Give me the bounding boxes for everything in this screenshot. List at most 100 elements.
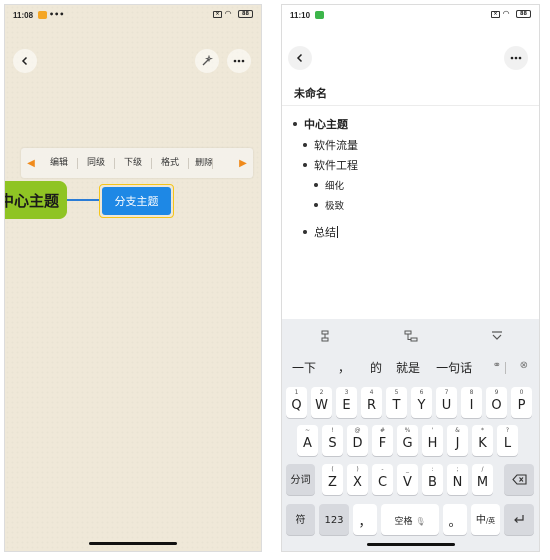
key-z[interactable]: (Z [322,464,343,495]
magic-wand-button[interactable] [195,49,219,73]
key-label: 分词 [290,475,311,486]
segment-key[interactable]: 分词 [286,464,315,495]
backspace-key[interactable] [504,464,534,495]
toolbar-child[interactable]: 下级 [115,157,153,169]
space-key[interactable]: 空格 🎙 [381,504,439,535]
symbol-key[interactable]: 符 [286,504,315,535]
key-label: H [427,436,438,451]
key-r[interactable]: 4R [361,387,382,418]
key-h[interactable]: ' H [422,425,443,456]
key-label: E [342,398,351,413]
toolbar-sibling[interactable]: 同级 [78,157,116,169]
outline-item[interactable]: 软件流量 [303,137,358,153]
bullet-icon [314,183,318,187]
key-v[interactable]: _ V [397,464,418,495]
key-a[interactable]: ~ A [297,425,318,456]
key-label: X [353,475,362,490]
period-key[interactable]: 。 [443,504,467,535]
back-button[interactable] [288,46,312,70]
key-t[interactable]: 5T [386,387,407,418]
key-y[interactable]: 6Y [411,387,432,418]
close-candidates-icon[interactable]: ⊗ [520,360,528,371]
mindmap-screen: 11:08 ••• × ◠ 88 ◀ 编辑 同级 下级 格式 删除 ▶ 中心主题… [4,4,262,552]
key-sub-label: ) [356,466,359,473]
title-divider [282,105,539,106]
comma-key[interactable]: ， [353,504,377,535]
key-p[interactable]: 0P [511,387,532,418]
microphone-icon: 🎙 [415,517,426,526]
key-n[interactable]: ; N [447,464,468,495]
key-label: M [476,475,489,490]
key-label: O [491,398,502,413]
key-sub-label: ; [456,466,459,473]
key-e[interactable]: 3E [336,387,357,418]
branch-topic-node[interactable]: 分支主题 [99,184,174,218]
toolbar-edit[interactable]: 编辑 [41,157,79,169]
key-label: B [428,475,437,490]
more-button[interactable] [227,49,251,73]
key-sub-label: % [404,427,411,434]
text-cursor [337,226,338,238]
key-d[interactable]: @ D [347,425,368,456]
lang-main-label: 中 [475,515,486,526]
home-indicator [366,543,455,546]
key-label: R [366,398,377,413]
key-label: I [469,398,474,413]
key-sub-label: / [481,466,484,473]
collapse-keyboard-icon[interactable] [491,330,503,342]
key-l[interactable]: ? L [497,425,518,456]
key-x[interactable]: ) X [347,464,368,495]
key-c[interactable]: -C [372,464,393,495]
central-topic-node[interactable]: 中心主题 [5,181,67,219]
outline-item[interactable]: 总结 [303,224,338,240]
candidate-word[interactable]: ， [338,359,350,376]
key-label: 123 [324,515,344,526]
key-b[interactable]: :B [422,464,443,495]
central-topic-label: 中心主题 [5,191,59,210]
candidate-word[interactable]: 的 [370,359,382,376]
key-k[interactable]: * K [472,425,493,456]
add-child-icon[interactable] [404,330,418,342]
key-g[interactable]: % G [397,425,418,456]
candidate-divider [505,362,506,374]
key-m[interactable]: / M [472,464,493,495]
key-i[interactable]: 8I [461,387,482,418]
key-label: J [455,436,460,451]
toolbar-scroll-left-icon[interactable]: ◀ [21,158,41,169]
toolbar-scroll-right-icon[interactable]: ▶ [233,158,253,169]
key-q[interactable]: 1Q [286,387,307,418]
candidate-word[interactable]: 就是 [396,359,420,376]
outline-item[interactable]: 细化 [314,178,344,192]
candidate-word[interactable]: 一句话 [436,359,472,376]
enter-key[interactable] [504,504,534,535]
key-j[interactable]: & J [447,425,468,456]
candidate-word[interactable]: 一下 [292,359,316,376]
bullet-icon [314,203,318,207]
outline-item[interactable]: 软件工程 [303,157,358,173]
key-w[interactable]: 2W [311,387,332,418]
toolbar-delete[interactable]: 删除 [189,157,214,169]
key-sub-label: ! [331,427,334,434]
key-label: D [352,436,363,451]
key-sub-label: 1 [294,389,299,396]
key-o[interactable]: 9O [486,387,507,418]
more-button[interactable] [504,46,528,70]
more-icon [510,56,522,60]
outline-item[interactable]: 极致 [314,198,344,212]
link-icon[interactable]: ⚭ [493,360,501,371]
key-sub-label: 6 [419,389,424,396]
key-s[interactable]: ! S [322,425,343,456]
toolbar-format[interactable]: 格式 [152,157,190,169]
outline-item[interactable]: 中心主题 [293,116,348,132]
key-f[interactable]: # F [372,425,393,456]
numbers-key[interactable]: 123 [319,504,349,535]
add-sibling-icon[interactable] [319,330,331,342]
back-button[interactable] [13,49,37,73]
key-u[interactable]: 7U [436,387,457,418]
language-switch-key[interactable]: 中/英 [471,504,500,535]
key-label: S [328,436,337,451]
key-sub-label: & [455,427,460,434]
enter-icon [514,515,524,523]
key-sub-label: : [431,466,434,473]
document-title[interactable]: 未命名 [294,85,327,101]
